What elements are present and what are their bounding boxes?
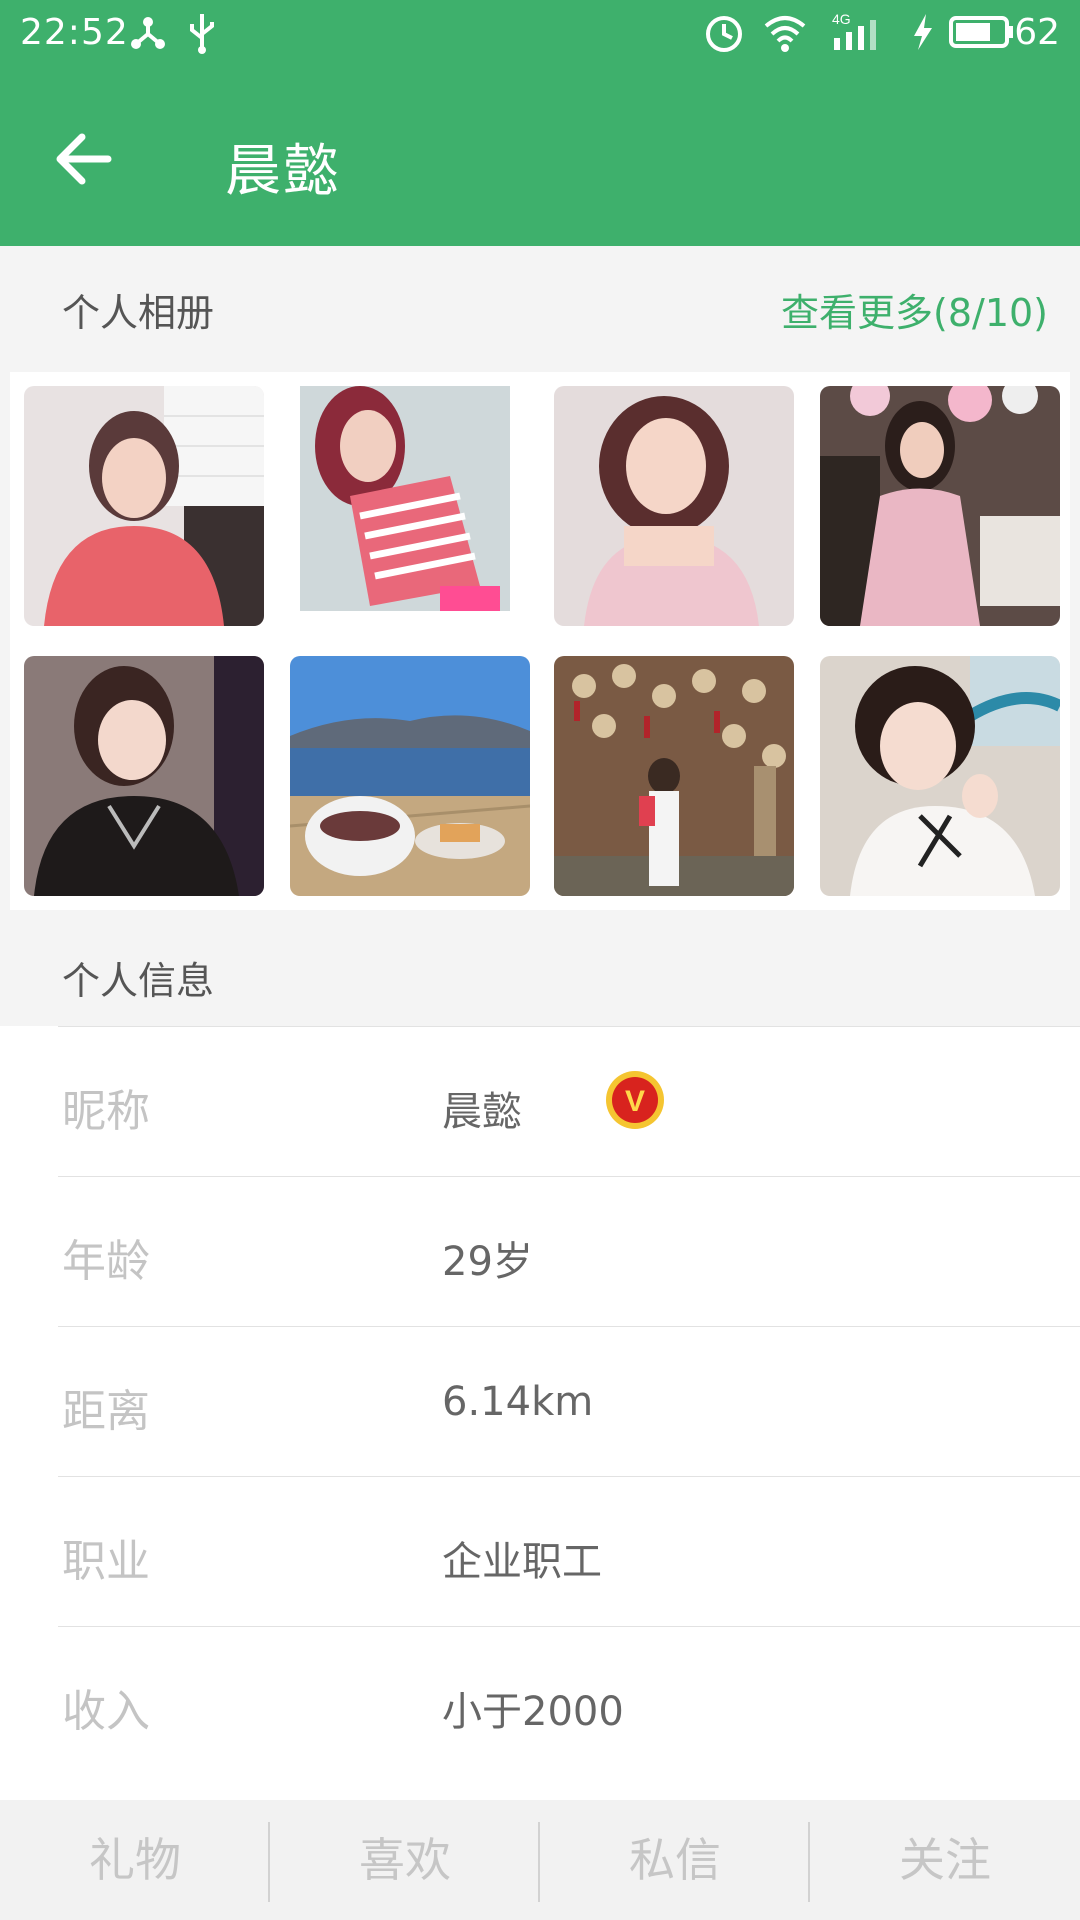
info-row-occupation: 职业 企业职工 [58,1476,1080,1627]
photo-4[interactable] [820,386,1060,626]
info-title: 个人信息 [62,959,215,1003]
info-label: 距离 [62,1386,150,1437]
share-icon [128,10,168,63]
battery-level: 62 [1014,12,1060,53]
info-label: 职业 [62,1536,150,1587]
info-label: 收入 [62,1686,150,1737]
page-title: 晨懿 [225,139,341,204]
info-value: 29岁 [442,1239,533,1285]
album-title: 个人相册 [62,291,215,335]
photo-8[interactable] [820,656,1060,896]
album-header: 个人相册 查看更多(8/10) [0,246,1080,370]
photo-1[interactable] [24,386,264,626]
bottom-action-bar: 礼物 喜欢 私信 关注 [0,1800,1080,1920]
info-row-income: 收入 小于2000 [58,1626,1080,1802]
photo-6[interactable] [290,656,530,896]
info-list: 昵称 晨懿 V 年龄 29岁 距离 6.14km 职业 企业职工 收入 小于20… [0,1026,1080,1802]
arrow-left-icon [56,133,112,185]
charging-icon [908,10,938,63]
info-value: 小于2000 [442,1689,624,1735]
info-row-distance: 距离 6.14km [58,1326,1080,1477]
status-time: 22:52 [20,12,129,53]
back-button[interactable] [48,119,128,199]
wifi-icon [762,10,808,63]
info-header: 个人信息 [0,910,1080,1026]
battery-icon [948,10,1014,63]
info-value: 企业职工 [442,1539,602,1585]
info-label: 昵称 [62,1086,150,1137]
info-row-nickname: 昵称 晨懿 V [58,1026,1080,1177]
like-button[interactable]: 喜欢 [270,1800,540,1920]
info-row-age: 年龄 29岁 [58,1176,1080,1327]
gift-button[interactable]: 礼物 [0,1800,270,1920]
info-value: 晨懿 [442,1089,522,1135]
photo-2[interactable] [290,386,530,626]
vip-badge-icon: V [604,1069,666,1131]
svg-text:V: V [625,1085,645,1118]
alarm-icon [702,10,746,63]
usb-icon [186,10,218,63]
signal-icon: 4G [828,10,888,63]
status-bar: 22:52 4G 62 [0,0,1080,64]
info-label: 年龄 [62,1236,150,1287]
photo-3[interactable] [554,386,794,626]
message-button[interactable]: 私信 [540,1800,810,1920]
see-more-link[interactable]: 查看更多(8/10) [781,282,1048,337]
photo-5[interactable] [24,656,264,896]
photo-7[interactable] [554,656,794,896]
follow-button[interactable]: 关注 [810,1800,1080,1920]
app-bar: 晨懿 [0,64,1080,246]
svg-text:4G: 4G [832,11,851,27]
info-value: 6.14km [442,1379,594,1425]
photo-album [10,372,1070,910]
